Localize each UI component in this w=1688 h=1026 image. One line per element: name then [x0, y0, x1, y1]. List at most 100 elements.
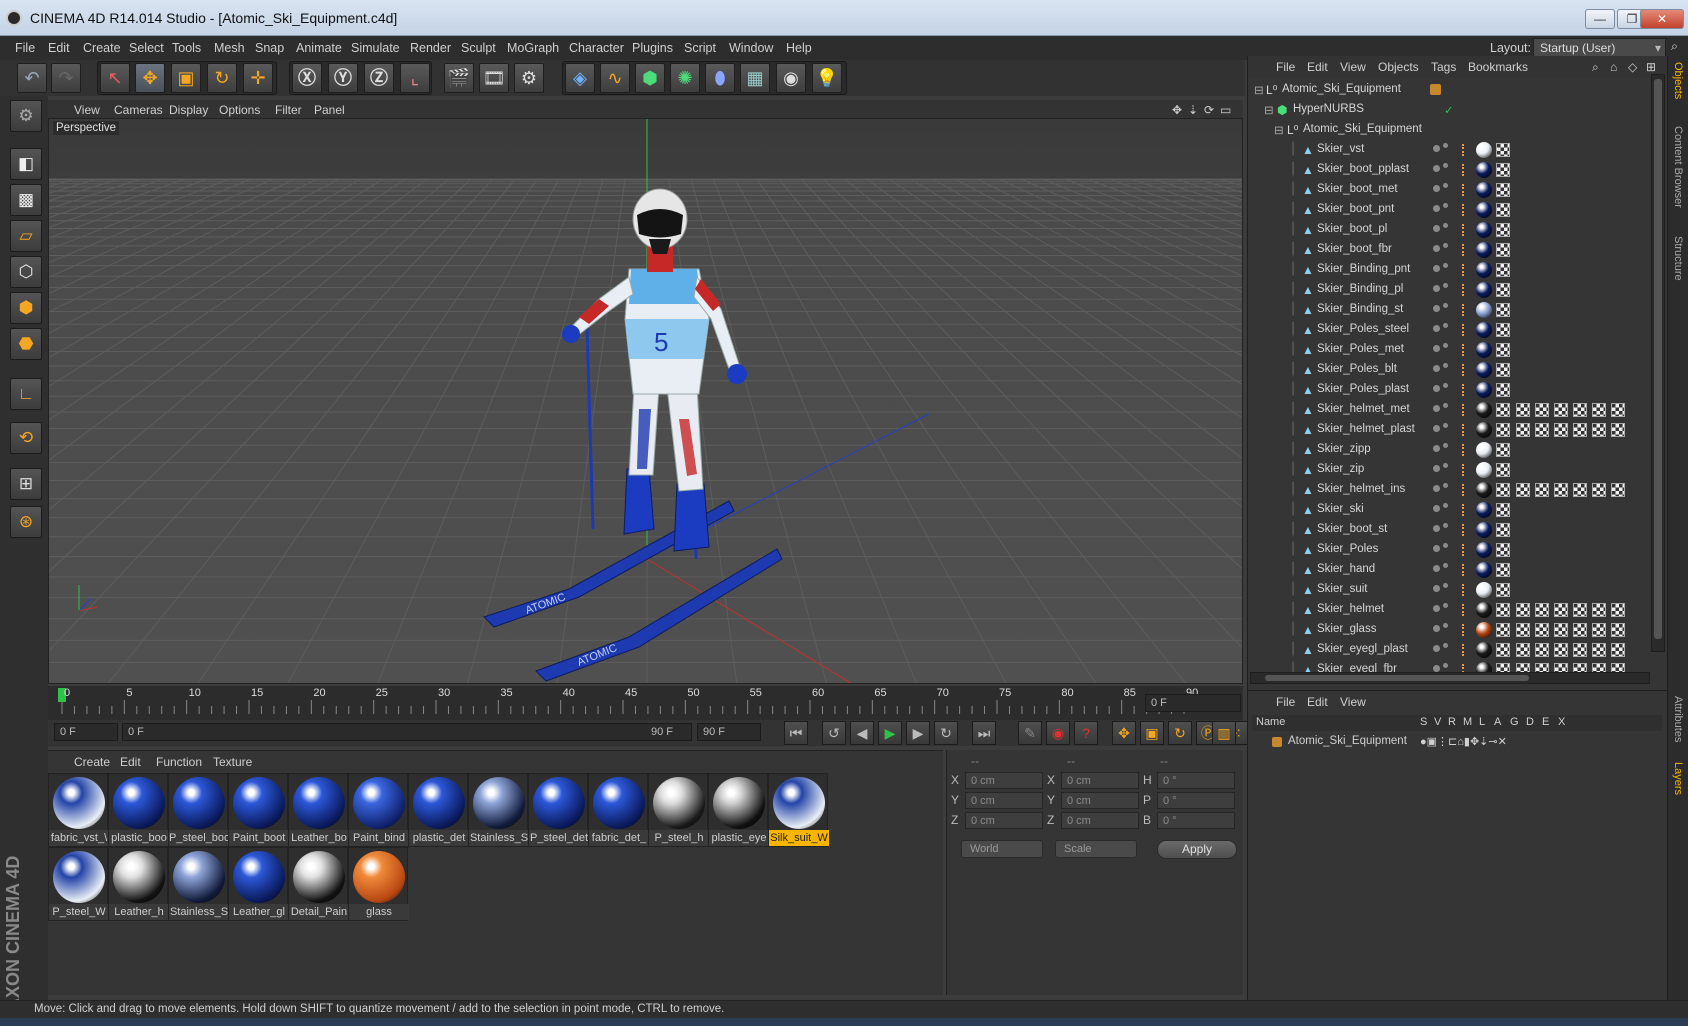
object-row[interactable]: │ ▲ Skier_boot_st [1248, 520, 1650, 540]
search-icon[interactable]: ⌕ [1671, 39, 1678, 54]
render-visibility-dot[interactable] [1443, 643, 1448, 648]
editor-visibility-dot[interactable] [1433, 265, 1440, 272]
phong-tag-icon[interactable] [1462, 364, 1470, 376]
objects-menu-view[interactable]: View [1340, 60, 1366, 74]
preview-range-slider[interactable]: 0 F 90 F [122, 723, 692, 741]
uvw-tag-icon[interactable] [1496, 483, 1510, 497]
editor-visibility-dot[interactable] [1433, 505, 1440, 512]
deformer-icon[interactable]: ⬮ [705, 63, 735, 93]
material-tag-icon[interactable] [1476, 222, 1492, 238]
objects-new-window-icon[interactable]: ⊞ [1646, 60, 1656, 74]
editor-visibility-dot[interactable] [1433, 565, 1440, 572]
object-row[interactable]: │ ▲ Skier_helmet_met [1248, 400, 1650, 420]
objects-home-icon[interactable]: ⌂ [1610, 60, 1617, 74]
uvw-tag-icon[interactable] [1496, 403, 1510, 417]
phong-tag-icon[interactable] [1462, 144, 1470, 156]
menu-tools[interactable]: Tools [172, 41, 201, 55]
undo-icon[interactable]: ↶ [17, 63, 47, 93]
texture-tag-icon[interactable] [1611, 423, 1625, 437]
snap-icon[interactable]: ⊞ [10, 468, 42, 500]
texture-tag-icon[interactable] [1535, 623, 1549, 637]
layer-flag-icons[interactable]: ●▣⋮⊏⌂▮✥⇣⊸✕ [1420, 735, 1507, 748]
viewport-menu-cameras[interactable]: Cameras [114, 103, 163, 117]
object-row[interactable]: │ ▲ Skier_boot_pplast [1248, 160, 1650, 180]
close-button[interactable]: ✕ [1640, 9, 1684, 29]
material-swatch[interactable]: fabric_det_ [588, 773, 649, 847]
object-row[interactable]: │ ▲ Skier_suit [1248, 580, 1650, 600]
uvw-tag-icon[interactable] [1496, 563, 1510, 577]
phong-tag-icon[interactable] [1462, 624, 1470, 636]
object-row[interactable]: │ ▲ Skier_zipp [1248, 440, 1650, 460]
uvw-tag-icon[interactable] [1496, 223, 1510, 237]
object-row[interactable]: │ ▲ Skier_helmet [1248, 600, 1650, 620]
coordinate-system-icon[interactable]: ⌞ [400, 63, 430, 93]
uvw-tag-icon[interactable] [1496, 283, 1510, 297]
render-visibility-dot[interactable] [1443, 463, 1448, 468]
uvw-tag-icon[interactable] [1496, 183, 1510, 197]
texture-tag-icon[interactable] [1554, 403, 1568, 417]
render-visibility-dot[interactable] [1443, 363, 1448, 368]
texture-tag-icon[interactable] [1573, 603, 1587, 617]
editor-visibility-dot[interactable] [1433, 165, 1440, 172]
minimize-button[interactable]: — [1585, 9, 1615, 29]
phong-tag-icon[interactable] [1462, 484, 1470, 496]
texture-tag-icon[interactable] [1592, 643, 1606, 657]
phong-tag-icon[interactable] [1462, 404, 1470, 416]
render-visibility-dot[interactable] [1443, 623, 1448, 628]
object-row[interactable]: │ ▲ Skier_boot_fbr [1248, 240, 1650, 260]
timeline-ruler[interactable]: 0 5 10 15 20 25 30 35 40 45 50 55 60 65 70 75 80 85 90 0 F [48, 686, 1243, 720]
object-row[interactable]: │ ▲ Skier_boot_pl [1248, 220, 1650, 240]
uvw-tag-icon[interactable] [1496, 383, 1510, 397]
camera-icon[interactable]: ◉ [776, 63, 806, 93]
objects-menu-bookmarks[interactable]: Bookmarks [1468, 60, 1528, 74]
texture-tag-icon[interactable] [1516, 623, 1530, 637]
object-row[interactable]: │ ▲ Skier_zip [1248, 460, 1650, 480]
material-swatch[interactable]: plastic_eye [708, 773, 769, 847]
material-swatch[interactable]: P_steel_boo [168, 773, 229, 847]
material-tag-icon[interactable] [1476, 362, 1492, 378]
coord-value-field[interactable]: 0 cm [965, 812, 1043, 829]
key-position-icon[interactable]: ✥ [1112, 721, 1136, 745]
render-view-icon[interactable]: 🎬 [444, 63, 474, 93]
material-swatch[interactable]: P_steel_W [48, 847, 109, 921]
material-swatch[interactable]: Paint_bind [348, 773, 409, 847]
editor-visibility-dot[interactable] [1433, 185, 1440, 192]
material-swatch[interactable]: Stainless_S [168, 847, 229, 921]
render-visibility-dot[interactable] [1443, 503, 1448, 508]
phong-tag-icon[interactable] [1462, 344, 1470, 356]
render-visibility-dot[interactable] [1443, 583, 1448, 588]
render-visibility-dot[interactable] [1443, 423, 1448, 428]
menu-mesh[interactable]: Mesh [214, 41, 245, 55]
object-row-root[interactable]: ⊟ L⁰ Atomic_Ski_Equipment [1248, 80, 1650, 100]
menu-file[interactable]: File [15, 41, 35, 55]
render-visibility-dot[interactable] [1443, 143, 1448, 148]
coord-value-field[interactable]: 0 cm [1061, 792, 1139, 809]
material-swatch[interactable]: P_steel_det [528, 773, 589, 847]
viewport-zoom-icon[interactable]: ⇣ [1188, 103, 1198, 117]
phong-tag-icon[interactable] [1462, 264, 1470, 276]
material-tag-icon[interactable] [1476, 582, 1492, 598]
phong-tag-icon[interactable] [1462, 204, 1470, 216]
render-visibility-dot[interactable] [1443, 483, 1448, 488]
phong-tag-icon[interactable] [1462, 464, 1470, 476]
render-visibility-dot[interactable] [1443, 303, 1448, 308]
render-visibility-dot[interactable] [1443, 603, 1448, 608]
editor-visibility-dot[interactable] [1433, 205, 1440, 212]
render-visibility-dot[interactable] [1443, 223, 1448, 228]
tab-layers[interactable]: Layers [1672, 762, 1684, 795]
render-visibility-dot[interactable] [1443, 523, 1448, 528]
render-settings-icon[interactable]: ⚙ [514, 63, 544, 93]
material-tag-icon[interactable] [1476, 422, 1492, 438]
object-row[interactable]: │ ▲ Skier_Binding_st [1248, 300, 1650, 320]
render-visibility-dot[interactable] [1443, 283, 1448, 288]
uvw-tag-icon[interactable] [1496, 343, 1510, 357]
material-menu-texture[interactable]: Texture [213, 755, 252, 769]
texture-tag-icon[interactable] [1592, 623, 1606, 637]
uvw-tag-icon[interactable] [1496, 503, 1510, 517]
uvw-tag-icon[interactable] [1496, 543, 1510, 557]
editor-visibility-dot[interactable] [1433, 145, 1440, 152]
viewport-menu-filter[interactable]: Filter [275, 103, 302, 117]
texture-tag-icon[interactable] [1535, 603, 1549, 617]
tab-structure[interactable]: Structure [1672, 236, 1684, 281]
transform-tool-icon[interactable]: ✛ [243, 63, 273, 93]
